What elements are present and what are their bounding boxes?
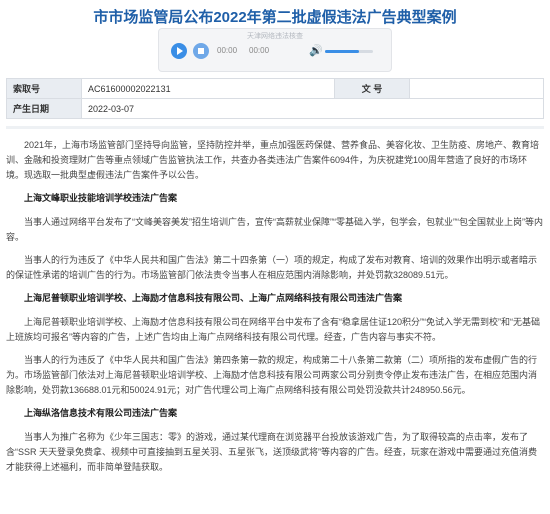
paragraph: 当事人为推广名称为《少年三国志：零》的游戏，通过某代理商在浏览器平台投放该游戏广… <box>6 432 538 472</box>
index-label: 索取号 <box>6 78 82 99</box>
docno-label: 文 号 <box>334 78 410 99</box>
volume-fill <box>325 50 359 53</box>
paragraph: 当事人的行为违反了《中华人民共和国广告法》第四条第一款的规定，构成第二十八条第二… <box>6 355 538 395</box>
case-title: 上海文峰职业技能培训学校违法广告案 <box>24 193 178 203</box>
index-value: AC61600002022131 <box>81 78 335 99</box>
audio-player: 天津网络违法核查 00:00 00:00 🔊 <box>158 28 392 72</box>
paragraph: 当事人的行为违反了《中华人民共和国广告法》第二十四条第（一）项的规定，构成了发布… <box>6 255 538 280</box>
total-time: 00:00 <box>249 46 270 55</box>
article-body: 2021年，上海市场监管部门坚持导向监管，坚持防控并举，重点加强医药保健、营养食… <box>6 138 544 483</box>
paragraph: 上海尼普顿职业培训学校、上海励才信息科技有限公司在网络平台中发布了含有“稳拿居住… <box>6 317 541 342</box>
paragraph-intro: 2021年，上海市场监管部门坚持导向监管，坚持防控并举，重点加强医药保健、营养食… <box>6 140 540 180</box>
stop-icon[interactable] <box>193 43 209 59</box>
date-value: 2022-03-07 <box>81 98 544 119</box>
page-title: 市市场监管局公布2022年第二批虚假违法广告典型案例 <box>93 9 457 26</box>
play-icon[interactable] <box>171 43 187 59</box>
volume-slider[interactable] <box>325 50 373 53</box>
case-title: 上海尼普顿职业培训学校、上海励才信息科技有限公司、上海广点网络科技有限公司违法广… <box>24 293 403 303</box>
date-label: 产生日期 <box>6 98 82 119</box>
current-time: 00:00 <box>217 46 238 55</box>
volume-icon[interactable]: 🔊 <box>309 44 323 57</box>
document-meta-table: 索取号 AC61600002022131 文 号 产生日期 2022-03-07 <box>6 78 544 119</box>
docno-value <box>409 78 544 99</box>
case-title: 上海纵洛信息技术有限公司违法广告案 <box>24 408 178 418</box>
player-caption: 天津网络违法核查 <box>247 33 303 40</box>
paragraph: 当事人通过网络平台发布了“文峰美容美发”招生培训广告，宣传“高薪就业保障”“零基… <box>6 217 543 242</box>
divider <box>6 126 544 129</box>
